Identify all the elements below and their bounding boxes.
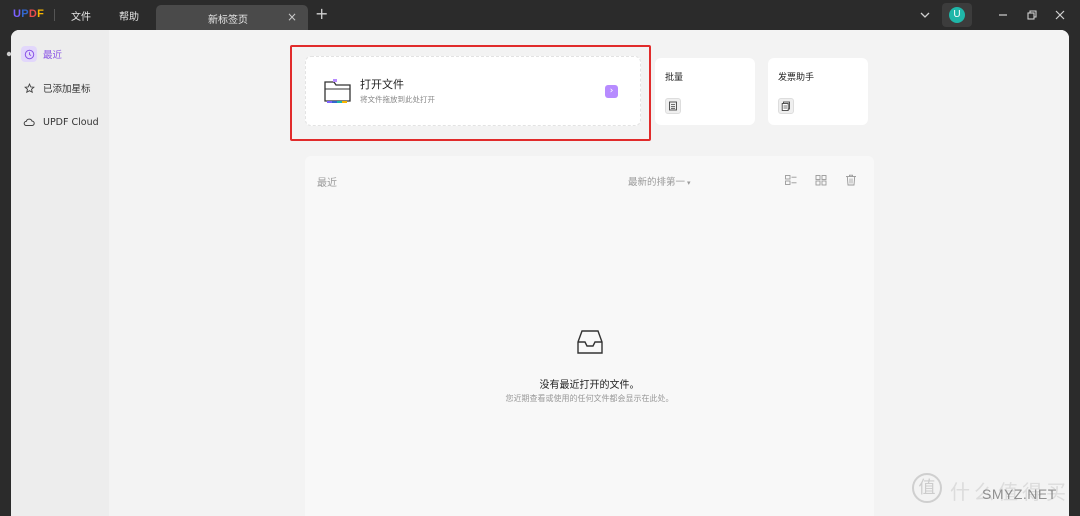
empty-state-subtitle: 您近期查看或使用的任何文件都会显示在此处。 <box>505 394 674 403</box>
tab-new-tab[interactable]: 新标签页 × <box>156 5 308 30</box>
sidebar-item-starred[interactable]: 已添加星标 <box>21 77 91 99</box>
batch-icon <box>665 98 681 114</box>
sort-dropdown[interactable]: 最新的排第一 ▾ <box>628 174 691 188</box>
logo-letter-p: P <box>21 8 29 20</box>
minimize-icon[interactable] <box>996 8 1010 22</box>
avatar: U <box>949 7 965 23</box>
restore-icon[interactable] <box>1025 8 1039 22</box>
batch-card[interactable]: 批量 <box>655 58 755 125</box>
highlight-box <box>290 45 651 141</box>
tab-close-icon[interactable]: × <box>287 10 297 24</box>
logo-letter-u: U <box>13 8 22 20</box>
sidebar-item-recent[interactable]: 最近 <box>21 43 62 65</box>
recent-title: 最近 <box>317 178 337 189</box>
invoice-title: 发票助手 <box>778 73 815 83</box>
caret-down-icon: ▾ <box>687 179 691 187</box>
batch-title: 批量 <box>665 73 684 83</box>
invoice-icon <box>778 98 794 114</box>
trash-icon[interactable] <box>844 174 858 186</box>
star-icon <box>21 80 37 96</box>
inbox-empty-icon <box>577 330 603 354</box>
watermark-logo: 值 <box>912 473 942 503</box>
title-separator <box>54 9 55 21</box>
list-view-icon[interactable] <box>784 174 798 186</box>
logo-letter-d: D <box>28 8 38 20</box>
sidebar-item-label: 最近 <box>43 50 63 61</box>
cloud-icon <box>21 114 37 130</box>
main-content: 打开文件 将文件拖放到此处打开 › 批量 发票助手 最近 最新的排第一 ▾ 没有… <box>109 30 1069 516</box>
grid-view-icon[interactable] <box>814 174 828 186</box>
account-button[interactable]: U <box>942 3 972 27</box>
chevron-down-icon[interactable] <box>918 8 932 22</box>
updf-logo: UPDF <box>13 8 44 20</box>
sort-label: 最新的排第一 <box>628 177 686 188</box>
watermark-site: SMYZ.NET <box>982 486 1057 502</box>
recent-panel: 最近 最新的排第一 ▾ 没有最近打开的文件。 您近期查看或使用的任何文件都会显示… <box>305 156 874 516</box>
app-window: 最近 已添加星标 UPDF Cloud 打开文件 将文件拖放到此处打开 › 批量… <box>11 30 1069 516</box>
sidebar-item-cloud[interactable]: UPDF Cloud <box>21 111 99 133</box>
empty-state-title: 没有最近打开的文件。 <box>539 380 640 391</box>
logo-letter-f: F <box>37 8 45 20</box>
invoice-card[interactable]: 发票助手 <box>768 58 868 125</box>
sidebar-toggle-handle[interactable] <box>5 45 13 57</box>
add-tab-icon[interactable]: + <box>315 4 328 23</box>
close-icon[interactable] <box>1053 8 1067 22</box>
menu-help[interactable]: 帮助 <box>119 8 139 23</box>
sidebar-item-label: 已添加星标 <box>43 84 91 95</box>
clock-icon <box>21 46 37 62</box>
title-bar: UPDF 文件 帮助 新标签页 × + U <box>0 0 1080 30</box>
sidebar: 最近 已添加星标 UPDF Cloud <box>11 30 109 516</box>
watermark: 值 什么值得买 SMYZ.NET <box>912 470 1080 510</box>
menu-file[interactable]: 文件 <box>71 8 91 23</box>
tab-label: 新标签页 <box>208 15 248 26</box>
sidebar-item-label: UPDF Cloud <box>43 116 99 128</box>
